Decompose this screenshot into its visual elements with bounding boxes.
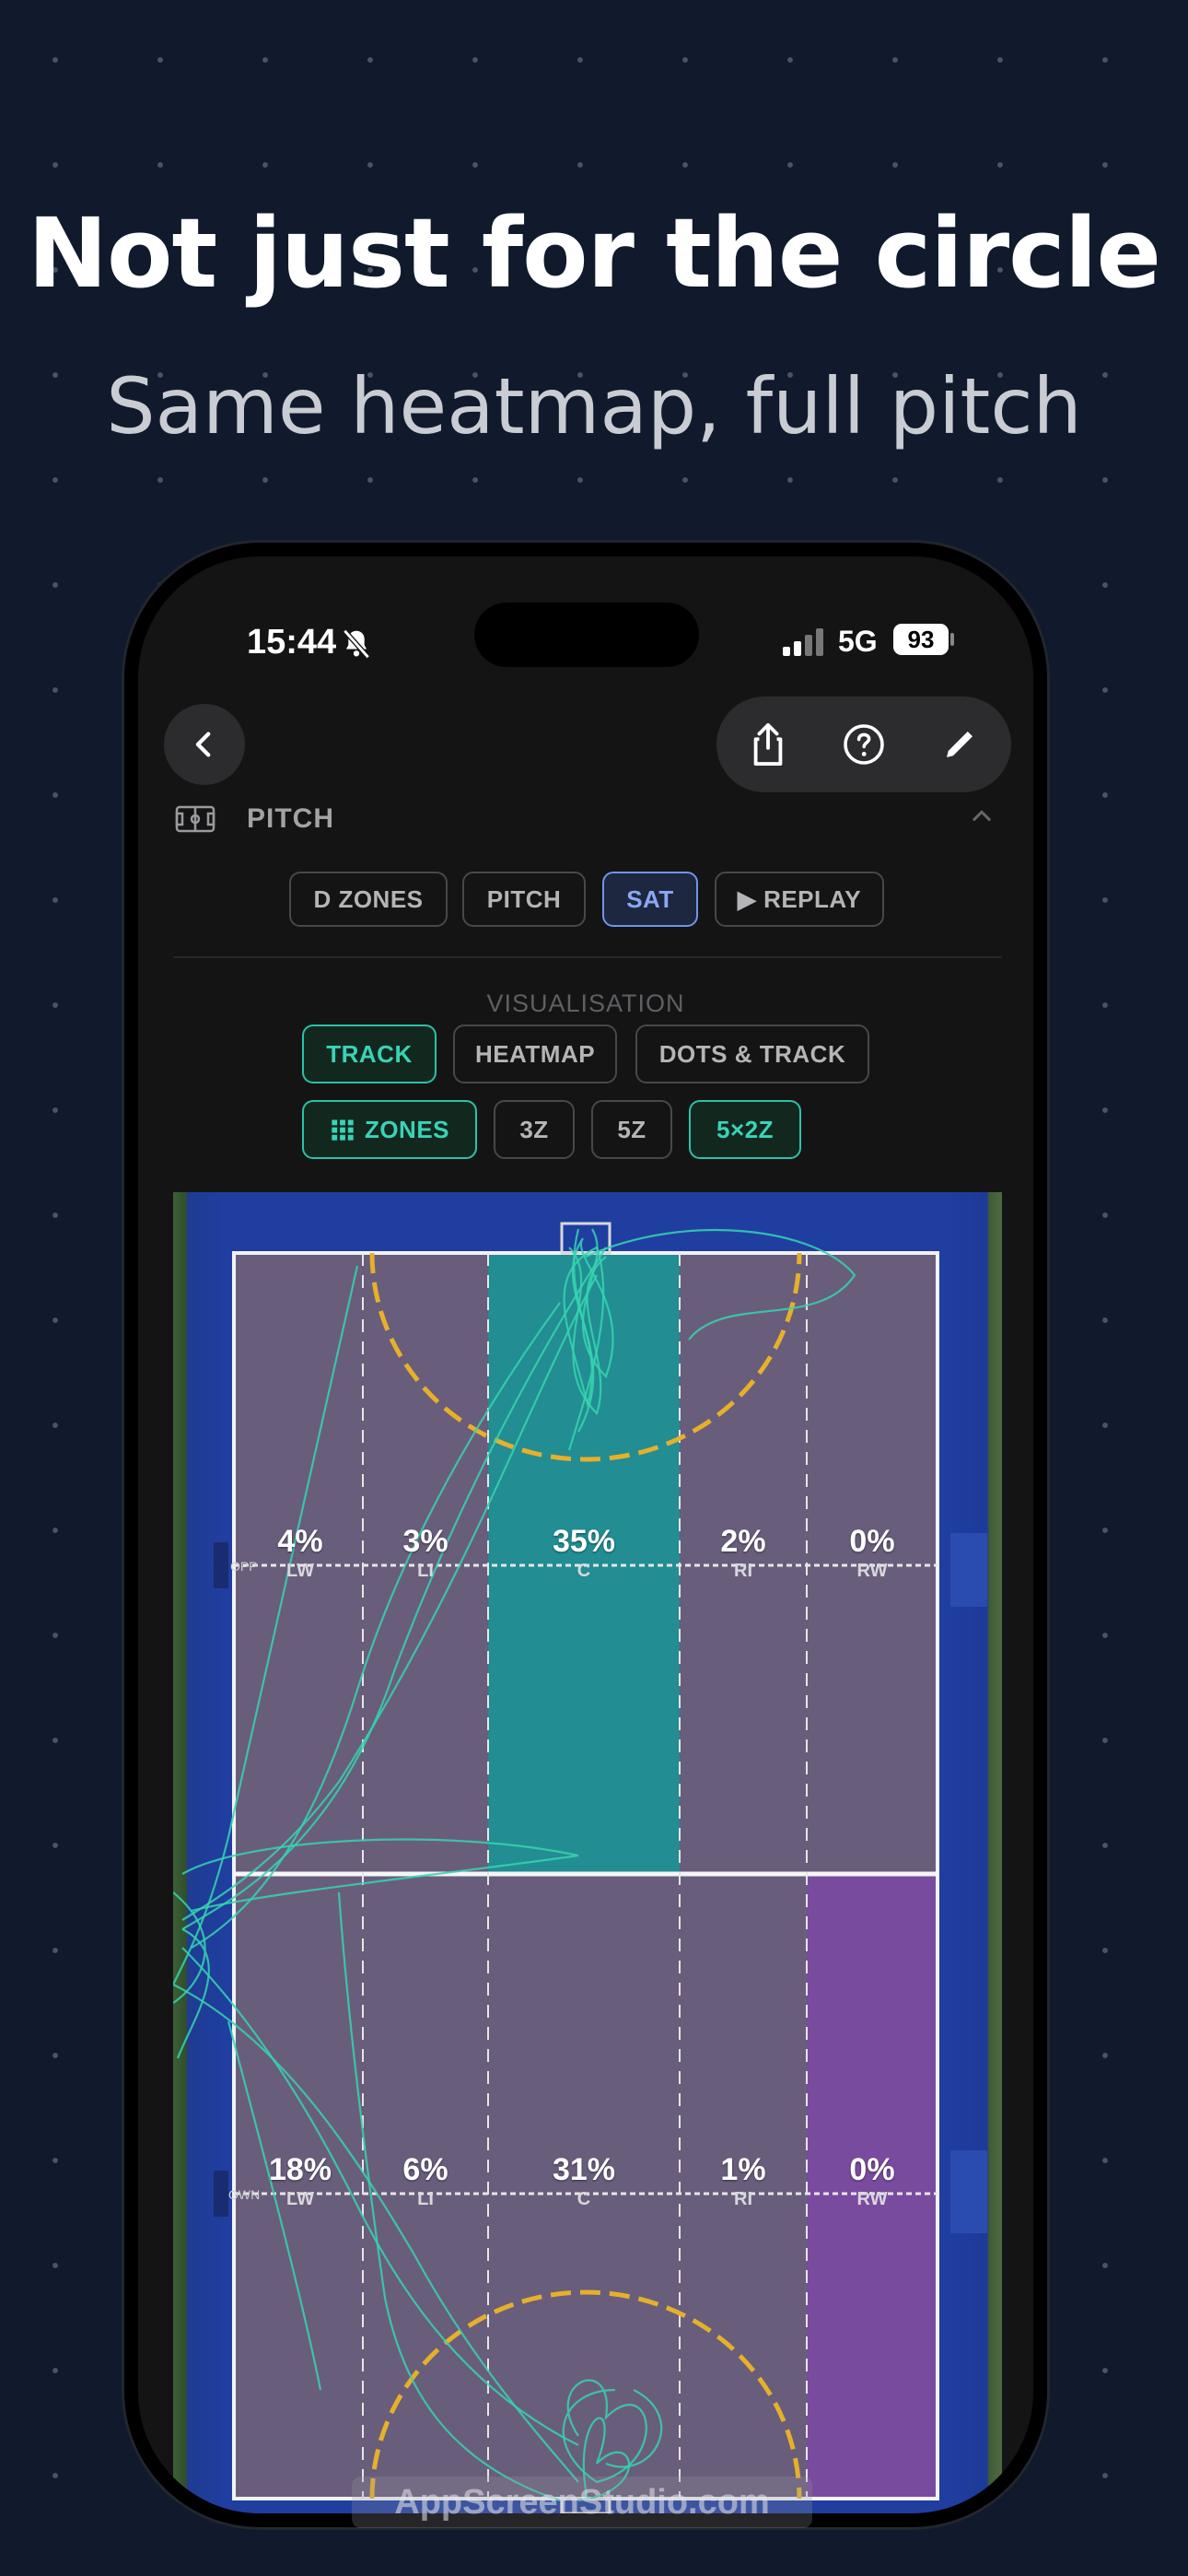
zone-3z-button[interactable]: 3Z (494, 1100, 575, 1159)
vis-track-button[interactable]: TRACK (302, 1025, 437, 1083)
edit-button[interactable] (934, 719, 985, 770)
zones-toggle-label: ZONES (364, 1115, 450, 1143)
zone-5z-button[interactable]: 5Z (591, 1100, 672, 1159)
field-icon (175, 805, 215, 833)
zone-pct: 4% (277, 1524, 323, 1559)
zone-pct: 3% (402, 1524, 448, 1559)
zone-label: C (577, 1561, 591, 1581)
back-button[interactable] (164, 704, 245, 785)
zone-label: LW (286, 2189, 314, 2209)
zone-label: LI (417, 1561, 434, 1581)
mode-d-zones-button[interactable]: D ZONES (289, 872, 448, 927)
zone-pct: 2% (720, 1524, 766, 1559)
action-toolbar (716, 697, 1011, 792)
zone-pct: 31% (552, 2152, 616, 2187)
pencil-icon (947, 732, 973, 757)
zone-label: LW (286, 1561, 314, 1581)
dynamic-island (474, 603, 699, 667)
chevron-left-icon (195, 732, 211, 757)
zone-pct: 35% (552, 1524, 616, 1559)
pitch-graphic (173, 1222, 987, 2513)
mode-sat-button[interactable]: SAT (602, 872, 698, 927)
chevron-up-icon (973, 810, 991, 822)
network-label: 5G (838, 625, 878, 658)
zone-label: C (577, 2189, 591, 2209)
pitch-section-header[interactable]: PITCH (175, 798, 1004, 842)
signal-icon (783, 628, 823, 656)
status-time: 15:44 (247, 623, 337, 662)
zones-toggle-button[interactable]: ZONES (302, 1100, 477, 1159)
pitch-satellite-view[interactable]: OPP OWN 4% LW 3% LI 35% C 2% RI 0% RW 18… (173, 1192, 1002, 2513)
mode-replay-button[interactable]: ▶ REPLAY (715, 872, 884, 927)
zone-pct: 6% (402, 2152, 448, 2187)
zone-5x2z-button[interactable]: 5×2Z (689, 1100, 801, 1159)
mode-pitch-button[interactable]: PITCH (462, 872, 586, 927)
zone-pct: 1% (720, 2152, 766, 2187)
help-button[interactable] (838, 719, 890, 770)
visualisation-label: VISUALISATION (486, 989, 685, 1017)
battery-icon: 93 (893, 624, 949, 655)
battery-tip (950, 633, 954, 646)
zone-label: RI (734, 1561, 752, 1581)
app-screen: 15:44 5G 93 PITCH D ZONES PITCH SAT ▶ RE… (138, 556, 1033, 2513)
zone-label: RW (856, 2189, 888, 2209)
phone-frame: 15:44 5G 93 PITCH D ZONES PITCH SAT ▶ RE… (122, 540, 1050, 2530)
question-circle-icon (844, 724, 884, 765)
promo-subheadline: Same heatmap, full pitch (106, 361, 1082, 451)
bell-slash-icon (343, 628, 370, 660)
zone-label: RW (856, 1561, 888, 1581)
zone-label: LI (417, 2189, 434, 2209)
zone-label: RI (734, 2189, 752, 2209)
divider (173, 956, 1002, 958)
share-icon (753, 723, 783, 766)
promo-headline: Not just for the circle (27, 197, 1161, 310)
section-title: PITCH (247, 803, 334, 834)
zone-pct: 0% (849, 1524, 895, 1559)
vis-dots-track-button[interactable]: DOTS & TRACK (635, 1025, 869, 1083)
watermark: AppScreenStudio.com (352, 2476, 812, 2528)
zone-pct: 18% (268, 2152, 332, 2187)
vis-heatmap-button[interactable]: HEATMAP (453, 1025, 617, 1083)
share-button[interactable] (742, 719, 794, 770)
zone-pct: 0% (849, 2152, 895, 2187)
grid-icon (332, 1119, 354, 1141)
